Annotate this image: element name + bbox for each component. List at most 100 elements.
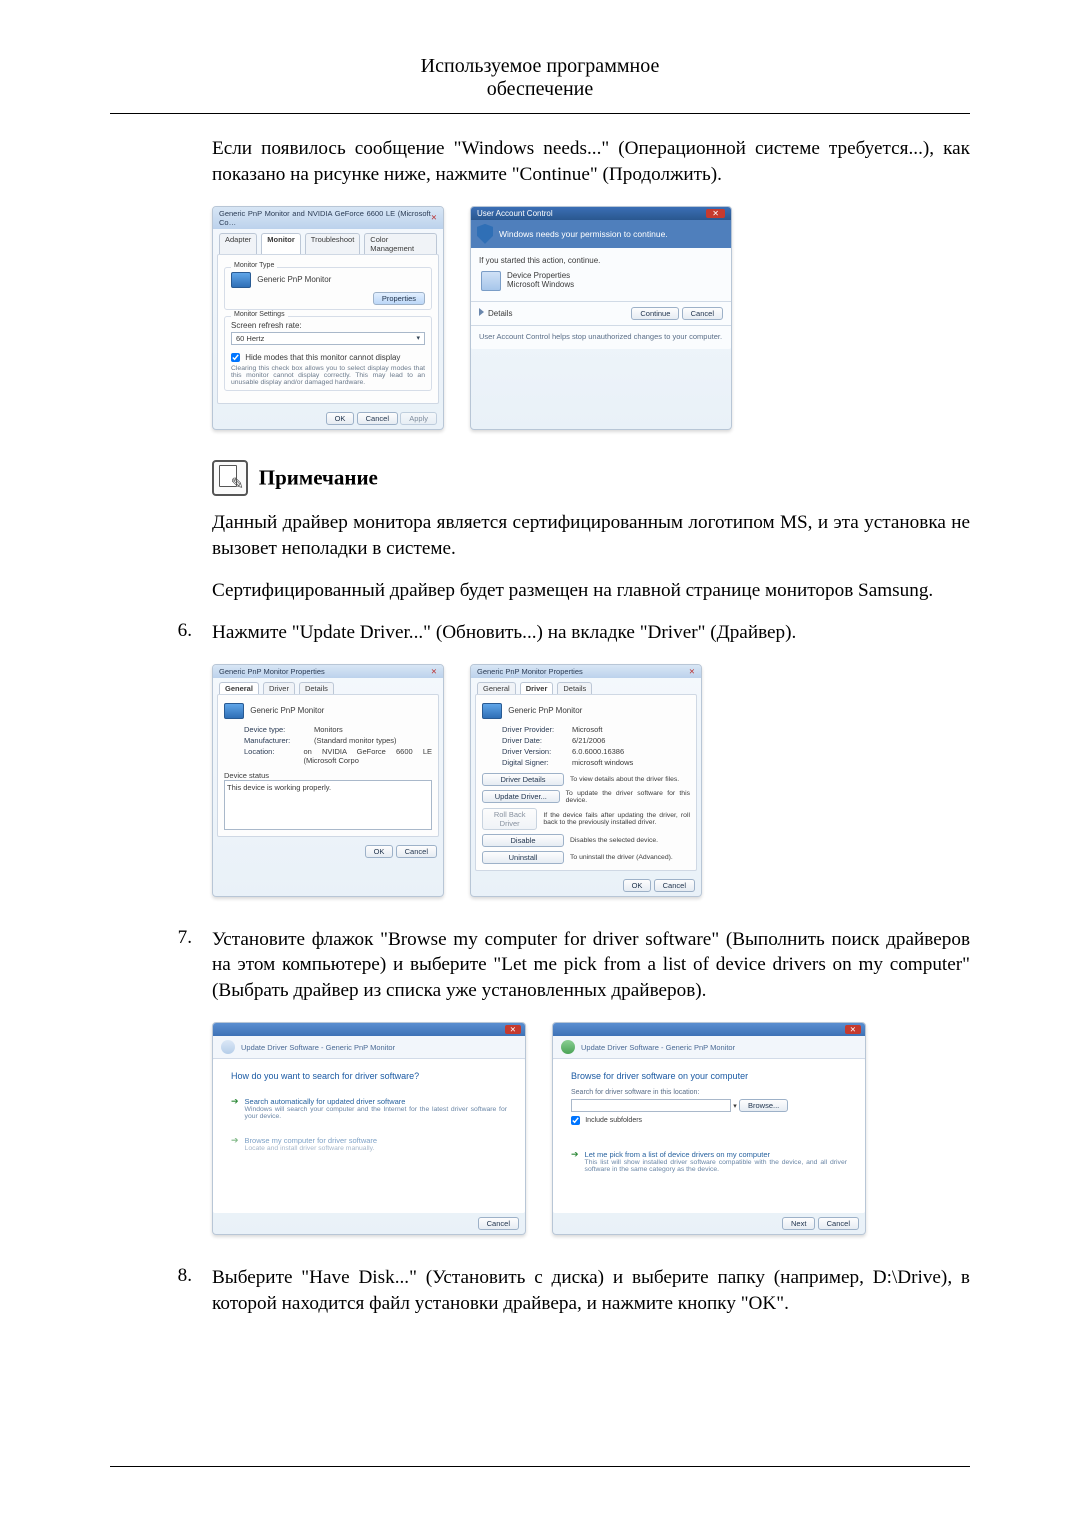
browse-button[interactable]: Browse... <box>739 1099 788 1112</box>
apply-button[interactable]: Apply <box>400 412 437 425</box>
rollback-button[interactable]: Roll Back Driver <box>482 808 537 830</box>
hide-modes-desc: Clearing this check box allows you to se… <box>231 365 425 386</box>
close-icon[interactable]: ✕ <box>505 1025 521 1034</box>
wizard-crumb: Update Driver Software - Generic PnP Mon… <box>581 1043 735 1052</box>
chevron-down-icon: ▾ <box>416 334 420 342</box>
figure-row-3: ✕ Update Driver Software - Generic PnP M… <box>212 1022 970 1235</box>
device-name: Generic PnP Monitor <box>508 706 582 715</box>
refresh-label: Screen refresh rate: <box>231 321 425 330</box>
tab-general[interactable]: General <box>219 682 259 694</box>
hide-modes-checkbox[interactable] <box>231 353 240 362</box>
close-icon[interactable]: ✕ <box>706 209 725 218</box>
monitor-type-legend: Monitor Type <box>231 262 277 269</box>
wizard-browse: ✕ Update Driver Software - Generic PnP M… <box>552 1022 866 1235</box>
step8-number: 8. <box>112 1265 192 1317</box>
arrow-icon: ➔ <box>571 1150 579 1173</box>
note-p1: Данный драйвер монитора является сертифи… <box>212 510 970 562</box>
status-legend: Device status <box>224 771 432 780</box>
driver-details-button[interactable]: Driver Details <box>482 773 564 786</box>
properties-button[interactable]: Properties <box>373 292 425 305</box>
step7-number: 7. <box>112 927 192 1005</box>
close-icon[interactable]: ✕ <box>431 667 437 676</box>
include-subfolders-checkbox[interactable] <box>571 1116 580 1125</box>
tab-driver[interactable]: Driver <box>520 682 554 694</box>
option-browse[interactable]: ➔ Browse my computer for driver software… <box>227 1128 511 1160</box>
back-icon[interactable] <box>561 1040 575 1054</box>
update-driver-button[interactable]: Update Driver... <box>482 790 560 803</box>
step6-text: Нажмите "Update Driver..." (Обновить...)… <box>212 620 970 646</box>
monitor-icon <box>231 272 251 288</box>
wizard-crumb: Update Driver Software - Generic PnP Mon… <box>241 1043 395 1052</box>
ok-button[interactable]: OK <box>365 845 394 858</box>
ok-button[interactable]: OK <box>623 879 652 892</box>
window-title: Generic PnP Monitor Properties <box>477 667 583 676</box>
wizard-heading: How do you want to search for driver sof… <box>227 1071 511 1089</box>
props-general-window: Generic PnP Monitor Properties ✕ General… <box>212 664 444 897</box>
cancel-button[interactable]: Cancel <box>478 1217 519 1230</box>
tab-monitor[interactable]: Monitor <box>261 233 301 254</box>
location-input[interactable] <box>571 1099 731 1112</box>
wizard-heading: Browse for driver software on your compu… <box>567 1071 851 1089</box>
header-line1: Используемое программное <box>421 55 660 77</box>
uac-dialog: User Account Control ✕ Windows needs you… <box>470 206 732 430</box>
back-icon[interactable] <box>221 1040 235 1054</box>
tab-adapter[interactable]: Adapter <box>219 233 257 254</box>
display-properties-window: Generic PnP Monitor and NVIDIA GeForce 6… <box>212 206 444 430</box>
refresh-dropdown[interactable]: 60 Hertz ▾ <box>231 332 425 345</box>
figure-row-1: Generic PnP Monitor and NVIDIA GeForce 6… <box>212 206 970 430</box>
arrow-icon: ➔ <box>231 1097 239 1120</box>
cancel-button[interactable]: Cancel <box>682 307 723 320</box>
tab-details[interactable]: Details <box>557 682 592 694</box>
wizard-search: ✕ Update Driver Software - Generic PnP M… <box>212 1022 526 1235</box>
program-icon <box>481 271 501 291</box>
uninstall-button[interactable]: Uninstall <box>482 851 564 864</box>
window-title: Generic PnP Monitor Properties <box>219 667 325 676</box>
status-text: This device is working properly. <box>224 780 432 830</box>
page-header: Используемое программное обеспечение <box>110 0 970 114</box>
tab-details[interactable]: Details <box>299 682 334 694</box>
tab-driver[interactable]: Driver <box>263 682 295 694</box>
option-auto-search[interactable]: ➔ Search automatically for updated drive… <box>227 1089 511 1128</box>
monitor-icon <box>482 703 502 719</box>
tab-color[interactable]: Color Management <box>364 233 437 254</box>
close-icon[interactable]: ✕ <box>689 667 695 676</box>
shield-icon <box>477 224 493 244</box>
search-label: Search for driver software in this locat… <box>571 1089 847 1096</box>
program-name: Device Properties <box>507 271 574 280</box>
note-block: Примечание <box>212 460 970 496</box>
disable-button[interactable]: Disable <box>482 834 564 847</box>
device-name: Generic PnP Monitor <box>250 706 324 715</box>
props-driver-window: Generic PnP Monitor Properties ✕ General… <box>470 664 702 897</box>
uac-message: Windows needs your permission to continu… <box>499 229 668 239</box>
program-publisher: Microsoft Windows <box>507 280 574 289</box>
window-title: Generic PnP Monitor and NVIDIA GeForce 6… <box>219 209 431 227</box>
note-p2: Сертифицированный драйвер будет размещен… <box>212 578 970 604</box>
option-pick-from-list[interactable]: ➔ Let me pick from a list of device driv… <box>567 1142 851 1181</box>
include-subfolders-label: Include subfolders <box>585 1117 642 1124</box>
continue-button[interactable]: Continue <box>631 307 679 320</box>
uac-footer: User Account Control helps stop unauthor… <box>479 332 723 341</box>
hide-modes-label: Hide modes that this monitor cannot disp… <box>245 353 400 362</box>
monitor-name: Generic PnP Monitor <box>257 275 331 284</box>
tab-general[interactable]: General <box>477 682 516 694</box>
next-button[interactable]: Next <box>782 1217 815 1230</box>
step7-text: Установите флажок "Browse my computer fo… <box>212 927 970 1005</box>
details-toggle[interactable]: Details <box>488 309 512 318</box>
note-title: Примечание <box>259 465 378 489</box>
close-icon[interactable]: ✕ <box>845 1025 861 1034</box>
close-icon[interactable]: ✕ <box>431 213 437 222</box>
arrow-icon: ➔ <box>231 1136 239 1152</box>
cancel-button[interactable]: Cancel <box>396 845 437 858</box>
cancel-button[interactable]: Cancel <box>357 412 398 425</box>
cancel-button[interactable]: Cancel <box>654 879 695 892</box>
ok-button[interactable]: OK <box>326 412 355 425</box>
chevron-right-icon <box>479 308 484 316</box>
cancel-button[interactable]: Cancel <box>818 1217 859 1230</box>
uac-line1: If you started this action, continue. <box>479 256 723 265</box>
monitor-settings-legend: Monitor Settings <box>231 311 288 318</box>
step8-text: Выберите "Have Disk..." (Установить с ди… <box>212 1265 970 1317</box>
uac-title: User Account Control <box>477 209 553 218</box>
tab-troubleshoot[interactable]: Troubleshoot <box>305 233 361 254</box>
monitor-icon <box>224 703 244 719</box>
figure-row-2: Generic PnP Monitor Properties ✕ General… <box>212 664 970 897</box>
